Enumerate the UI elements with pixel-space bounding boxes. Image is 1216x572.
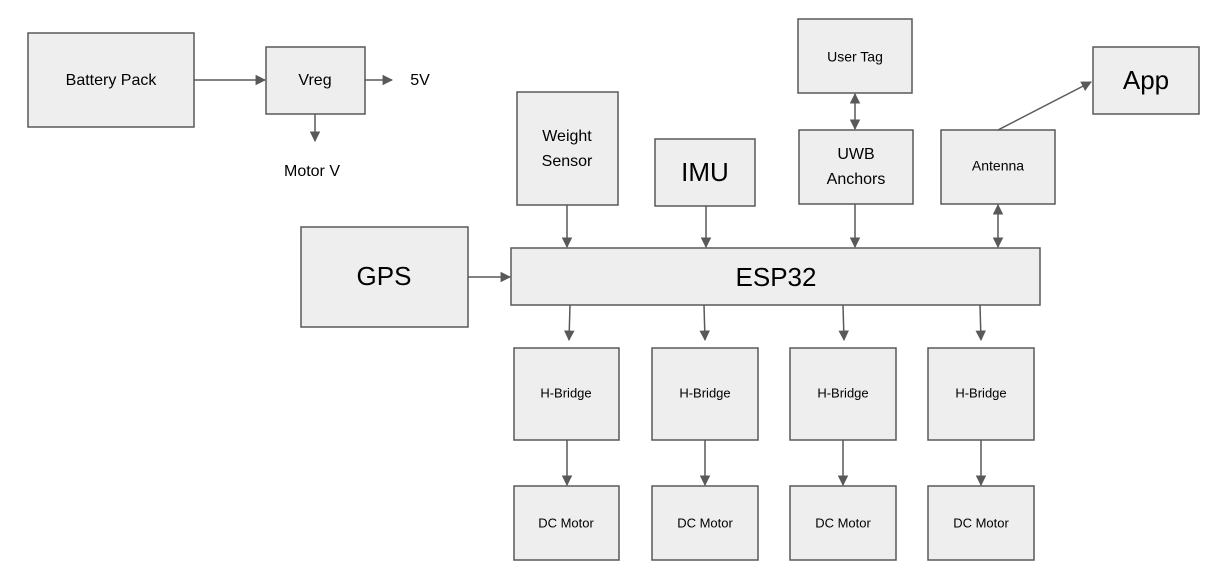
dc-motor-node-2: DC Motor — [651, 485, 759, 561]
uwb-anchors-node: UWB Anchors — [798, 129, 914, 205]
app-node: App — [1092, 46, 1200, 115]
dc-motor-node-1: DC Motor — [513, 485, 620, 561]
battery-pack-label: Battery Pack — [66, 72, 158, 89]
vreg-node: Vreg — [265, 46, 366, 115]
esp32-label: ESP32 — [736, 262, 817, 292]
5v-label: 5V — [410, 72, 430, 89]
hbridge-label: H-Bridge — [817, 385, 868, 400]
dc-motor-label: DC Motor — [953, 515, 1009, 530]
dc-motor-label: DC Motor — [677, 515, 733, 530]
arrow-esp32-hbridge-2 — [699, 304, 710, 342]
dc-motor-label: DC Motor — [815, 515, 871, 530]
antenna-label: Antenna — [972, 158, 1024, 174]
hbridge-label: H-Bridge — [679, 385, 730, 400]
gps-label: GPS — [357, 261, 412, 291]
arrow-esp32-hbridge-1 — [564, 304, 575, 342]
dc-motor-node-4: DC Motor — [927, 485, 1035, 561]
hbridge-node-3: H-Bridge — [789, 347, 897, 441]
arrow-esp32-hbridge-3 — [838, 304, 849, 342]
uwb-label-1: UWB — [837, 146, 874, 163]
hbridge-label: H-Bridge — [955, 385, 1006, 400]
gps-node: GPS — [300, 226, 469, 328]
battery-pack-node: Battery Pack — [27, 32, 195, 128]
user-tag-node: User Tag — [797, 18, 913, 94]
uwb-label-2: Anchors — [827, 171, 886, 188]
hbridge-node-2: H-Bridge — [651, 347, 759, 441]
hbridge-node-4: H-Bridge — [927, 347, 1035, 441]
arrow-esp32-hbridge-4 — [975, 304, 986, 342]
antenna-node: Antenna — [940, 129, 1056, 205]
app-label: App — [1123, 65, 1169, 95]
arrow-antenna-app — [997, 81, 1092, 131]
user-tag-label: User Tag — [827, 49, 883, 65]
vreg-label: Vreg — [298, 72, 331, 89]
dc-motor-node-3: DC Motor — [789, 485, 897, 561]
hbridge-label: H-Bridge — [540, 385, 591, 400]
block-diagram: Battery Pack Vreg 5V Motor V Weight Sens… — [27, 18, 1200, 561]
hbridge-node-1: H-Bridge — [513, 347, 620, 441]
weight-sensor-node: Weight Sensor — [516, 91, 619, 206]
dc-motor-label: DC Motor — [538, 515, 594, 530]
weight-sensor-label-1: Weight — [542, 128, 592, 145]
esp32-node: ESP32 — [510, 247, 1041, 306]
motor-v-label: Motor V — [284, 163, 340, 180]
imu-node: IMU — [654, 138, 756, 207]
weight-sensor-label-2: Sensor — [542, 153, 593, 170]
imu-label: IMU — [681, 157, 729, 187]
